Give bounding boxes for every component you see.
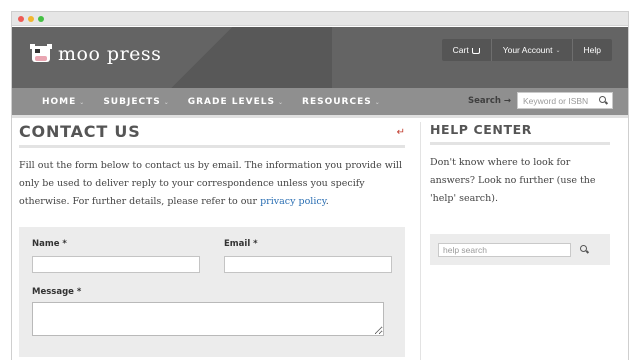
email-field[interactable] — [224, 256, 392, 273]
site-logo[interactable]: moo press — [30, 43, 161, 65]
search-icon[interactable] — [580, 245, 589, 254]
page-title: CONTACT US — [19, 122, 141, 141]
utility-nav: Cart Your Account ⌄ Help — [441, 39, 612, 61]
site-header: moo press Cart Your Account ⌄ Help — [12, 27, 628, 88]
name-field[interactable] — [32, 256, 200, 273]
chevron-down-icon: ⌄ — [79, 98, 86, 106]
chevron-down-icon: ⌄ — [555, 47, 561, 54]
help-link[interactable]: Help — [571, 39, 612, 61]
chevron-down-icon: ⌄ — [277, 98, 285, 106]
message-field[interactable] — [32, 302, 384, 336]
account-link[interactable]: Your Account ⌄ — [490, 39, 572, 61]
privacy-policy-link[interactable]: privacy policy — [260, 196, 326, 207]
chevron-down-icon: ⌄ — [163, 98, 170, 106]
nav-item-home[interactable]: HOME ⌄ — [42, 97, 85, 107]
email-label: Email * — [224, 239, 258, 249]
message-label: Message * — [32, 287, 82, 297]
sidebar-title: HELP CENTER — [430, 122, 610, 145]
main-nav: HOME ⌄ SUBJECTS ⌄ GRADE LEVELS ⌄ RESOURCES ⌄… — [12, 88, 628, 118]
minimize-window-button[interactable] — [28, 16, 34, 22]
search-icon[interactable] — [599, 96, 607, 105]
window-titlebar — [12, 12, 628, 26]
cart-link[interactable]: Cart — [442, 39, 491, 61]
cart-icon — [471, 48, 480, 54]
cow-icon — [30, 43, 52, 65]
site-search: Search → — [468, 92, 613, 109]
help-search-input[interactable] — [438, 242, 571, 257]
maximize-window-button[interactable] — [38, 16, 44, 22]
column-divider — [420, 122, 421, 360]
chevron-down-icon: ⌄ — [374, 98, 381, 106]
sidebar-text: Don't know where to look for answers? Lo… — [430, 157, 596, 204]
help-search — [430, 234, 610, 265]
name-label: Name * — [32, 239, 67, 249]
intro-text: Fill out the form below to contact us by… — [19, 160, 403, 207]
close-window-button[interactable] — [18, 16, 24, 22]
search-label: Search → — [468, 95, 511, 106]
back-arrow-icon[interactable]: ↵ — [397, 127, 405, 138]
contact-section: CONTACT US ↵ Fill out the form below to … — [19, 122, 405, 357]
nav-item-resources[interactable]: RESOURCES ⌄ — [302, 97, 381, 107]
search-input[interactable] — [523, 95, 599, 106]
nav-item-subjects[interactable]: SUBJECTS ⌄ — [103, 97, 169, 107]
help-center: HELP CENTER Don't know where to look for… — [430, 122, 610, 265]
nav-item-grade-levels[interactable]: GRADE LEVELS ⌄ — [188, 97, 284, 107]
contact-form: Name * Email * Message * — [19, 227, 405, 357]
brand-name: moo press — [58, 43, 162, 65]
